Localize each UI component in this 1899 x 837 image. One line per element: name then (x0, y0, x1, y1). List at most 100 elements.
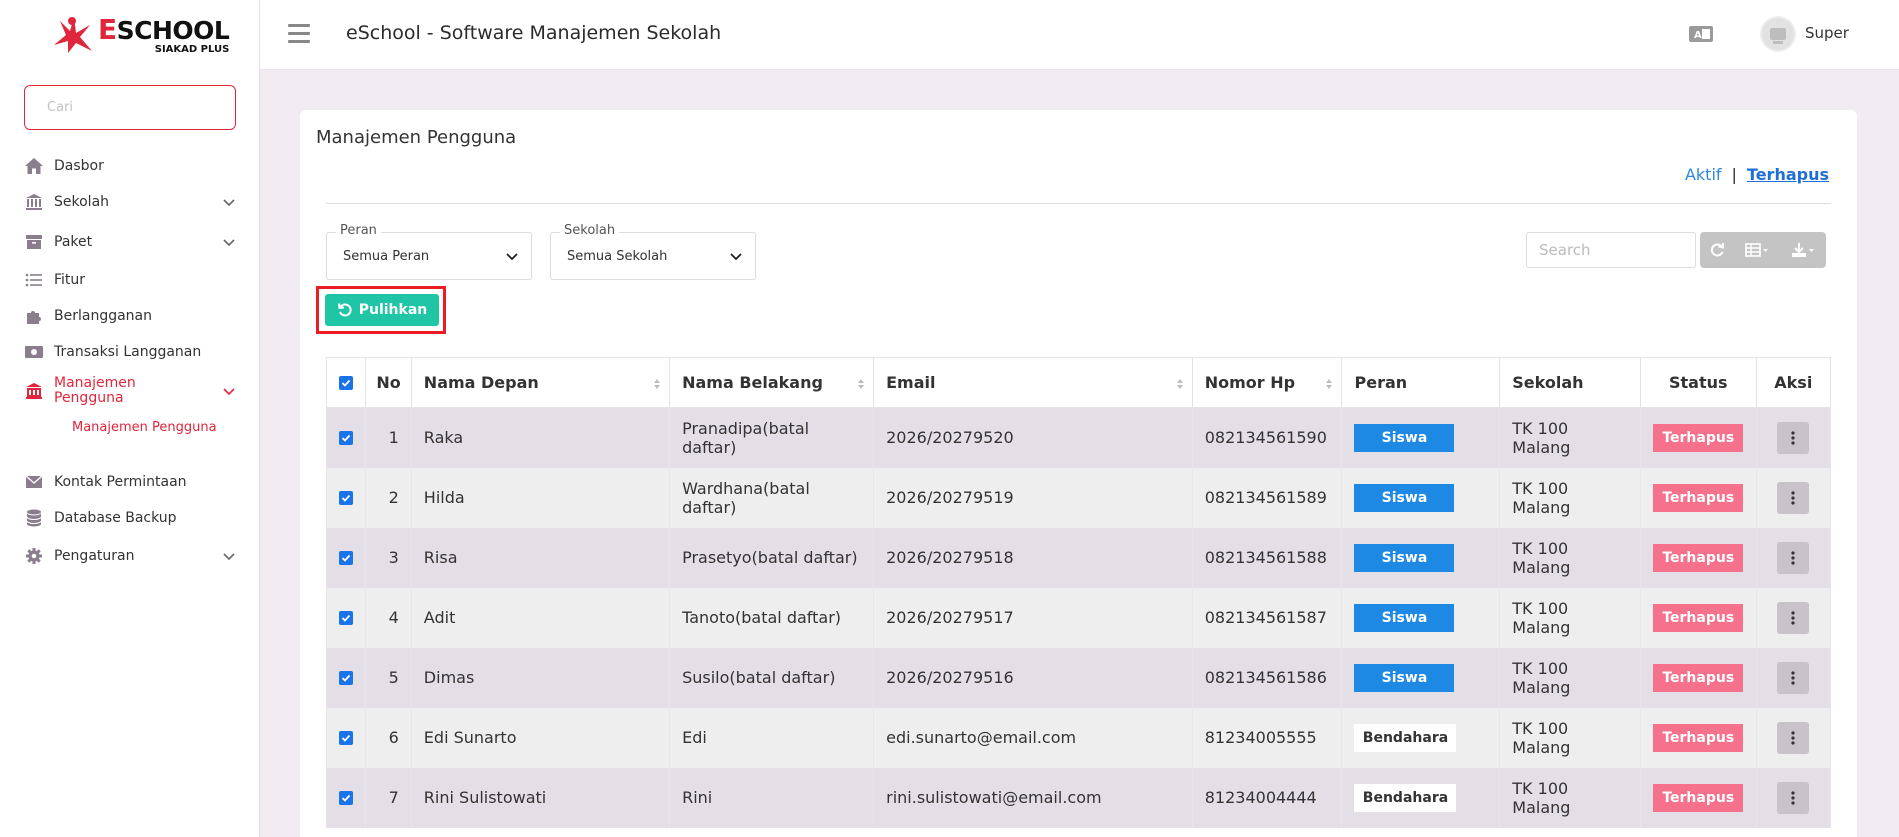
user-name[interactable]: Super (1805, 24, 1849, 42)
language-icon[interactable]: A (1688, 24, 1714, 44)
cell-last-name: Rini (669, 767, 875, 828)
row-checkbox[interactable] (339, 551, 354, 565)
row-actions-button[interactable] (1777, 421, 1810, 454)
sidebar-item-label: Database Backup (54, 510, 177, 526)
sidebar: ESCHOOL SIAKAD PLUS Dasbor Sekolah Paket… (0, 0, 260, 837)
sidebar-item-paket[interactable]: Paket (0, 224, 260, 260)
row-actions-button[interactable] (1777, 661, 1810, 694)
logo-subtitle: SIAKAD PLUS (154, 43, 230, 55)
select-all-checkbox[interactable] (339, 376, 353, 390)
cell-school: TK 100 Malang (1499, 467, 1641, 528)
refresh-button[interactable] (1700, 232, 1734, 268)
cell-email: 2026/20279516 (873, 647, 1193, 708)
cell-school: TK 100 Malang (1499, 407, 1641, 468)
role-badge: Bendahara (1354, 723, 1457, 752)
row-actions-button[interactable] (1777, 601, 1810, 634)
sidebar-search-input[interactable] (47, 100, 213, 115)
row-actions-button[interactable] (1777, 541, 1810, 574)
header-email[interactable]: Email (873, 357, 1193, 408)
cell-last-name: Tanoto(batal daftar) (669, 587, 875, 648)
sidebar-item-label: Manajemen Pengguna (54, 375, 136, 406)
header-first-name[interactable]: Nama Depan (410, 357, 671, 408)
table-row: 6 Edi Sunarto Edi edi.sunarto@email.com … (325, 707, 1832, 768)
cell-school: TK 100 Malang (1499, 587, 1641, 648)
sidebar-item-fitur[interactable]: Fitur (0, 262, 260, 298)
export-button[interactable] (1780, 232, 1826, 268)
chevron-down-icon (506, 253, 518, 261)
cell-phone: 81234005555 (1191, 707, 1343, 768)
sidebar-item-label: Transaksi Langganan (54, 344, 202, 360)
row-actions-button[interactable] (1777, 781, 1810, 814)
svg-text:A: A (1694, 30, 1702, 41)
eschool-logo[interactable]: ESCHOOL SIAKAD PLUS (50, 14, 230, 56)
user-management-card: Manajemen Pengguna Aktif | Terhapus Pera… (300, 110, 1857, 837)
columns-button[interactable] (1734, 232, 1780, 268)
users-table: No Nama Depan Nama Belakang Email Nomor … (325, 357, 1832, 828)
avatar[interactable] (1760, 16, 1796, 52)
sidebar-item-berlangganan[interactable]: Berlangganan (0, 298, 260, 334)
link-separator: | (1731, 165, 1737, 184)
sidebar-item-manajemen-pengguna[interactable]: Manajemen Pengguna (0, 370, 260, 412)
cell-phone: 082134561589 (1191, 467, 1343, 528)
row-checkbox[interactable] (339, 671, 354, 685)
header-status: Status (1639, 357, 1757, 408)
home-icon (24, 156, 44, 176)
sidebar-item-transaksi-langganan[interactable]: Transaksi Langganan (0, 334, 260, 370)
sidebar-item-database-backup[interactable]: Database Backup (0, 500, 260, 536)
cell-no: 7 (365, 767, 412, 828)
table-row: 3 Risa Prasetyo(batal daftar) 2026/20279… (325, 527, 1832, 588)
archive-icon (24, 232, 44, 252)
restore-button[interactable]: Pulihkan (325, 294, 439, 326)
cell-no: 5 (365, 647, 412, 708)
sidebar-item-sekolah[interactable]: Sekolah (0, 184, 260, 220)
role-filter-label: Peran (336, 223, 381, 238)
role-badge: Siswa (1354, 543, 1455, 572)
select-all-header[interactable] (325, 357, 367, 408)
sidebar-item-label: Dasbor (54, 158, 104, 174)
sidebar-item-dasbor[interactable]: Dasbor (0, 148, 260, 184)
divider (326, 203, 1831, 204)
role-badge: Siswa (1354, 603, 1455, 632)
chevron-down-icon (223, 553, 235, 561)
sidebar-item-pengaturan[interactable]: Pengaturan (0, 538, 260, 574)
sort-icon (858, 379, 865, 389)
columns-icon (1745, 243, 1768, 257)
menu-toggle-icon[interactable] (288, 24, 310, 44)
user-management-icon (24, 381, 44, 401)
header-phone[interactable]: Nomor Hp (1191, 357, 1343, 408)
kebab-icon (1791, 550, 1795, 565)
role-badge: Siswa (1354, 423, 1455, 452)
role-badge: Siswa (1354, 483, 1455, 512)
active-users-link[interactable]: Aktif (1685, 165, 1722, 184)
cell-last-name: Susilo(batal daftar) (669, 647, 875, 708)
logo-figure-icon (54, 17, 92, 53)
row-actions-button[interactable] (1777, 481, 1810, 514)
row-checkbox[interactable] (339, 431, 354, 446)
cell-school: TK 100 Malang (1499, 527, 1641, 588)
sidebar-item-kontak-permintaan[interactable]: Kontak Permintaan (0, 464, 260, 500)
row-checkbox[interactable] (339, 491, 354, 505)
role-filter-select[interactable]: Peran Semua Peran (326, 223, 532, 280)
row-actions-button[interactable] (1777, 721, 1810, 754)
row-checkbox[interactable] (339, 791, 354, 805)
header-last-name[interactable]: Nama Belakang (669, 357, 875, 408)
school-filter-label: Sekolah (560, 223, 620, 238)
school-filter-select[interactable]: Sekolah Semua Sekolah (550, 223, 756, 280)
cell-phone: 082134561586 (1191, 647, 1343, 708)
sidebar-item-label: Kontak Permintaan (54, 474, 187, 490)
sidebar-item-label: Pengaturan (54, 548, 135, 564)
cell-last-name: Wardhana(batal daftar) (669, 467, 875, 528)
cell-email: rini.sulistowati@email.com (873, 767, 1193, 828)
sidebar-nav: Dasbor Sekolah Paket Fitur Berlangganan … (0, 148, 260, 574)
cell-first-name: Edi Sunarto (410, 707, 671, 768)
deleted-users-link[interactable]: Terhapus (1747, 165, 1829, 184)
row-checkbox[interactable] (339, 611, 354, 625)
chevron-down-icon (223, 199, 235, 207)
row-checkbox[interactable] (339, 731, 354, 745)
download-icon (1792, 243, 1814, 257)
cell-email: edi.sunarto@email.com (873, 707, 1193, 768)
sidebar-item-label: Paket (54, 234, 93, 250)
kebab-icon (1791, 670, 1795, 685)
table-search-input[interactable] (1539, 241, 1683, 259)
sidebar-subitem-manajemen-pengguna[interactable]: Manajemen Pengguna (0, 412, 260, 442)
